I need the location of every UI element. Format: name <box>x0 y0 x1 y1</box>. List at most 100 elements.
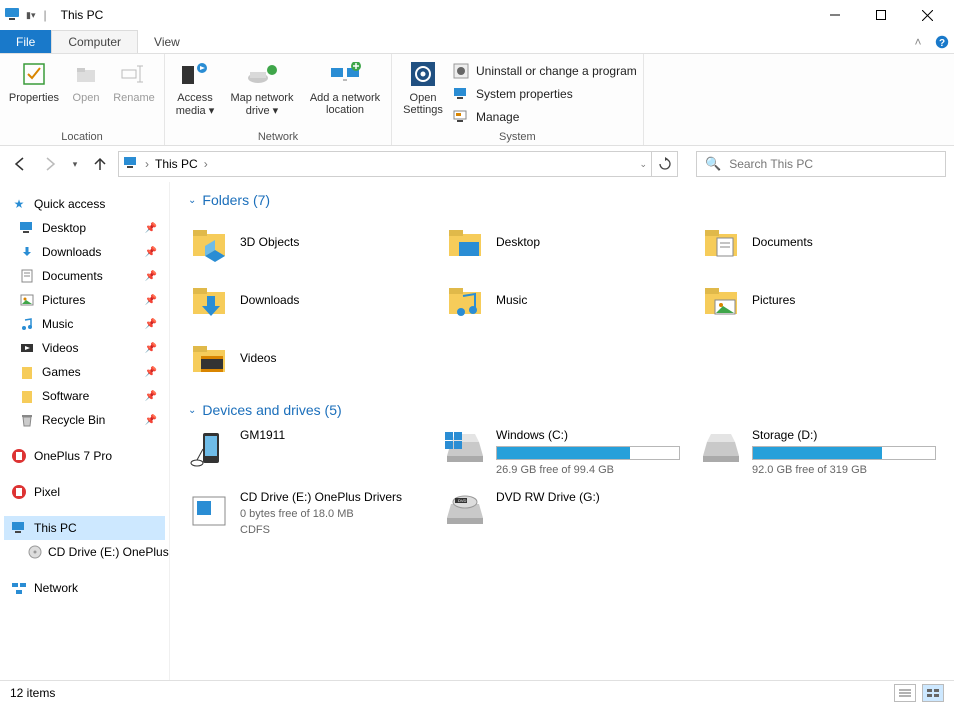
monitor-icon <box>4 6 22 25</box>
help-icon[interactable]: ? <box>930 30 954 53</box>
svg-text:?: ? <box>939 38 945 49</box>
sidebar-item-documents[interactable]: Documents📌 <box>4 264 165 288</box>
storage-bar <box>496 446 680 460</box>
minimize-button[interactable] <box>812 0 858 30</box>
search-box[interactable]: 🔍 Search This PC <box>696 151 946 177</box>
nav-network[interactable]: Network <box>4 576 165 600</box>
address-bar[interactable]: › This PC › ⌄ <box>118 151 652 177</box>
status-bar: 12 items <box>0 680 954 704</box>
breadcrumb[interactable]: This PC <box>155 157 198 171</box>
sidebar-item-games[interactable]: Games📌 <box>4 360 165 384</box>
manage-button[interactable]: Manage <box>452 106 637 128</box>
item-count: 12 items <box>10 686 55 700</box>
pin-icon: 📌 <box>145 415 157 426</box>
manage-icon <box>452 108 470 126</box>
uninstall-icon <box>452 62 470 80</box>
drive-item[interactable]: CD Drive (E:) OnePlus Drivers0 bytes fre… <box>188 490 424 536</box>
rename-button[interactable]: Rename <box>110 58 158 104</box>
star-icon: ★ <box>10 195 28 213</box>
pin-icon: 📌 <box>145 295 157 306</box>
tab-view[interactable]: View <box>138 30 196 53</box>
folder-3d-objects[interactable]: 3D Objects <box>188 218 424 266</box>
folder-desktop[interactable]: Desktop <box>444 218 680 266</box>
phone-icon <box>10 483 28 501</box>
chevron-down-icon: ⌄ <box>188 405 196 416</box>
nav-this-pc[interactable]: This PC <box>4 516 165 540</box>
sidebar-item-desktop[interactable]: Desktop📌 <box>4 216 165 240</box>
drive-icon <box>700 428 742 470</box>
open-settings-button[interactable]: Open Settings <box>398 58 448 116</box>
folder-pictures[interactable]: Pictures <box>700 276 936 324</box>
drive-item[interactable]: DVDDVD RW Drive (G:) <box>444 490 680 536</box>
search-placeholder: Search This PC <box>729 157 813 171</box>
nav-item-icon <box>18 219 36 237</box>
drive-item[interactable]: GM1911 <box>188 428 424 476</box>
icons-view-button[interactable] <box>922 684 944 702</box>
map-network-drive-button[interactable]: Map network drive ▾ <box>223 58 301 117</box>
drives-header[interactable]: ⌄Devices and drives (5) <box>188 402 936 418</box>
disc-icon <box>28 543 42 561</box>
gear-icon <box>407 58 439 90</box>
nav-cd-drive[interactable]: CD Drive (E:) OnePlus <box>4 540 165 564</box>
nav-item-icon <box>18 339 36 357</box>
system-properties-button[interactable]: System properties <box>452 83 637 105</box>
nav-item-icon <box>18 411 36 429</box>
add-network-location-button[interactable]: Add a network location <box>305 58 385 116</box>
sidebar-item-recycle-bin[interactable]: Recycle Bin📌 <box>4 408 165 432</box>
sidebar-item-pictures[interactable]: Pictures📌 <box>4 288 165 312</box>
monitor-icon <box>123 156 139 173</box>
add-location-icon <box>329 58 361 90</box>
pin-icon: 📌 <box>145 367 157 378</box>
drive-item[interactable]: Storage (D:)92.0 GB free of 319 GB <box>700 428 936 476</box>
tab-file[interactable]: File <box>0 30 51 53</box>
monitor-small-icon <box>452 85 470 103</box>
drive-icon <box>444 428 486 470</box>
search-icon: 🔍 <box>705 156 721 172</box>
open-icon <box>70 58 102 90</box>
ribbon-group-location: Properties Open Rename Location <box>0 54 165 145</box>
folder-videos[interactable]: Videos <box>188 334 424 382</box>
pin-icon: 📌 <box>145 391 157 402</box>
sidebar-item-videos[interactable]: Videos📌 <box>4 336 165 360</box>
access-media-button[interactable]: Access media ▾ <box>171 58 219 117</box>
address-dropdown-icon[interactable]: ⌄ <box>639 159 647 170</box>
drive-item[interactable]: Windows (C:)26.9 GB free of 99.4 GB <box>444 428 680 476</box>
folder-icon <box>700 221 742 263</box>
folder-music[interactable]: Music <box>444 276 680 324</box>
maximize-button[interactable] <box>858 0 904 30</box>
nav-item-icon <box>18 291 36 309</box>
folder-icon <box>188 337 230 379</box>
folder-documents[interactable]: Documents <box>700 218 936 266</box>
collapse-ribbon-icon[interactable]: ˄ <box>906 30 930 53</box>
folder-downloads[interactable]: Downloads <box>188 276 424 324</box>
properties-button[interactable]: Properties <box>6 58 62 104</box>
media-server-icon <box>179 58 211 90</box>
sidebar-item-software[interactable]: Software📌 <box>4 384 165 408</box>
open-button[interactable]: Open <box>66 58 106 104</box>
up-button[interactable] <box>88 152 112 176</box>
details-view-button[interactable] <box>894 684 916 702</box>
recent-locations-button[interactable]: ▾ <box>68 152 82 176</box>
sidebar-item-downloads[interactable]: Downloads📌 <box>4 240 165 264</box>
folders-header[interactable]: ⌄Folders (7) <box>188 192 936 208</box>
tab-computer[interactable]: Computer <box>51 30 138 53</box>
nav-oneplus[interactable]: OnePlus 7 Pro <box>4 444 165 468</box>
forward-button[interactable] <box>38 152 62 176</box>
drive-icon <box>188 490 230 532</box>
phone-icon <box>10 447 28 465</box>
refresh-button[interactable] <box>652 151 678 177</box>
qat-dropdown-icon[interactable]: ▮▾ <box>26 10 35 21</box>
nav-item-icon <box>18 267 36 285</box>
close-button[interactable] <box>904 0 950 30</box>
nav-item-icon <box>18 315 36 333</box>
uninstall-program-button[interactable]: Uninstall or change a program <box>452 60 637 82</box>
nav-pixel[interactable]: Pixel <box>4 480 165 504</box>
navigation-pane: ★ Quick access Desktop📌Downloads📌Documen… <box>0 182 170 680</box>
back-button[interactable] <box>8 152 32 176</box>
ribbon-group-network: Access media ▾ Map network drive ▾ Add a… <box>165 54 392 145</box>
nav-quick-access[interactable]: ★ Quick access <box>4 192 165 216</box>
pin-icon: 📌 <box>145 223 157 234</box>
sidebar-item-music[interactable]: Music📌 <box>4 312 165 336</box>
monitor-icon <box>10 519 28 537</box>
checkmark-icon <box>18 58 50 90</box>
